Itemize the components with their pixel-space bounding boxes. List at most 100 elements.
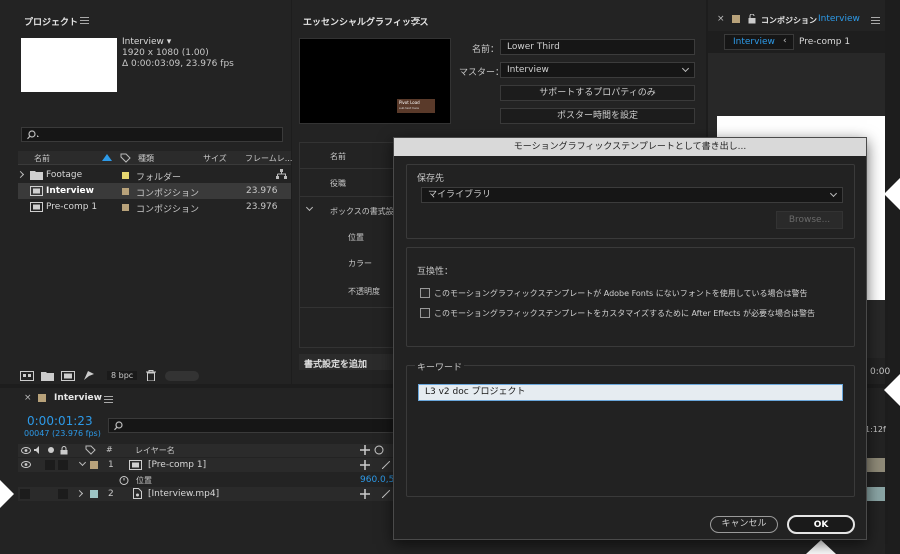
speaker-icon[interactable] <box>34 446 43 454</box>
supported-properties-button[interactable]: サポートするプロパティのみ <box>500 85 695 101</box>
layer-label-swatch[interactable] <box>90 490 98 498</box>
column-type[interactable]: 種類 <box>138 153 154 164</box>
collapse-switch-icon[interactable] <box>374 445 384 455</box>
ok-button[interactable]: OK <box>787 515 855 534</box>
panel-menu-icon[interactable] <box>80 17 89 24</box>
chevron-down-icon[interactable] <box>78 458 87 467</box>
column-number: # <box>106 445 113 454</box>
thumbnail-size-slider[interactable] <box>165 371 199 381</box>
chevron-left-icon[interactable]: ‹ <box>783 36 787 46</box>
timeline-layer-row[interactable]: 2 [Interview.mp4] <box>18 487 398 501</box>
chevron-down-icon[interactable] <box>305 203 314 212</box>
project-row-precomp[interactable]: Pre-comp 1 コンポジション 23.976 <box>18 199 291 215</box>
eye-icon[interactable] <box>21 447 31 454</box>
destination-select[interactable]: マイライブラリ <box>421 187 843 203</box>
solo-toggle[interactable] <box>58 460 68 470</box>
shy-switch-icon[interactable] <box>360 489 370 499</box>
adobe-fonts-warning-checkbox[interactable] <box>420 288 430 298</box>
close-icon[interactable]: × <box>717 14 725 24</box>
shy-switch-icon[interactable] <box>360 460 370 470</box>
label-color-swatch[interactable] <box>122 188 129 195</box>
project-item-type: コンポジション <box>136 205 200 215</box>
lock-icon[interactable] <box>748 14 756 24</box>
solo-icon[interactable] <box>48 447 54 453</box>
eye-icon[interactable] <box>21 461 31 468</box>
quality-switch-icon[interactable] <box>382 461 390 469</box>
label-tag-icon[interactable] <box>85 445 96 455</box>
flowchart-icon[interactable] <box>276 169 287 180</box>
after-effects-warning-checkbox[interactable] <box>420 308 430 318</box>
close-icon[interactable]: × <box>24 393 32 403</box>
project-row-footage[interactable]: Footage フォルダー <box>16 167 291 183</box>
property-title[interactable]: 役職 <box>330 178 346 189</box>
project-row-interview[interactable]: Interview コンポジション 23.976 <box>18 183 291 199</box>
new-folder-icon[interactable] <box>41 371 54 381</box>
video-toggle[interactable] <box>20 489 30 499</box>
bit-depth-button[interactable]: 8 bpc <box>107 371 138 380</box>
label-tag-icon[interactable] <box>120 153 131 163</box>
timeline-search-input[interactable] <box>108 418 398 433</box>
property-position[interactable]: 位置 <box>348 232 364 243</box>
column-size[interactable]: サイズ <box>203 153 227 164</box>
interpret-footage-icon[interactable] <box>20 371 34 381</box>
timeline-title[interactable]: Interview <box>54 393 102 403</box>
master-select[interactable]: Interview <box>500 62 695 78</box>
project-item-fps: 23.976 <box>246 186 278 196</box>
supported-properties-label: サポートするプロパティのみ <box>539 88 656 98</box>
composition-panel-name[interactable]: Interview <box>818 14 860 24</box>
lock-icon[interactable] <box>60 446 68 455</box>
label-color-swatch[interactable] <box>122 204 129 211</box>
flag-icon[interactable] <box>83 370 95 381</box>
layer-property-row[interactable]: 位置 960.0,54 <box>18 473 400 487</box>
project-item-name: Pre-comp 1 <box>46 202 98 212</box>
disclosure-arrow-icon[interactable] <box>75 489 84 498</box>
column-name[interactable]: 名前 <box>34 153 50 164</box>
adobe-fonts-warning-label[interactable]: このモーショングラフィックステンプレートが Adobe Fonts にないフォン… <box>434 288 807 299</box>
column-layer-name[interactable]: レイヤー名 <box>135 445 175 456</box>
property-group-box-format[interactable]: ボックスの書式設定 <box>330 206 402 217</box>
dialog-title-bar[interactable]: モーショングラフィックステンプレートとして書き出し... <box>394 138 866 156</box>
label-color-swatch[interactable] <box>122 172 129 179</box>
layer-name[interactable]: [Interview.mp4] <box>148 489 219 499</box>
project-comp-name[interactable]: Interview ▾ <box>122 37 171 47</box>
after-effects-warning-label[interactable]: このモーショングラフィックステンプレートをカスタマイズするために After E… <box>434 308 815 319</box>
project-search-input[interactable] <box>21 127 283 142</box>
disclosure-arrow-icon[interactable] <box>16 170 25 179</box>
stopwatch-icon[interactable] <box>119 475 129 485</box>
panel-menu-icon[interactable] <box>871 17 880 24</box>
timeline-layer-row[interactable]: 1 [Pre-comp 1] <box>18 458 398 472</box>
template-name-input[interactable]: Lower Third <box>500 39 695 55</box>
keyword-label: キーワード <box>415 360 465 373</box>
property-opacity[interactable]: 不透明度 <box>348 286 380 297</box>
panel-menu-icon[interactable] <box>104 396 113 403</box>
composition-icon <box>129 460 142 470</box>
column-framerate[interactable]: フレームレ... <box>245 153 292 164</box>
layer-label-swatch[interactable] <box>90 461 98 469</box>
dialog-title: モーショングラフィックステンプレートとして書き出し... <box>513 142 747 152</box>
tab-interview[interactable]: Interview ‹ <box>724 34 794 50</box>
keyword-input[interactable]: L3 v2 doc プロジェクト <box>418 384 843 401</box>
sort-ascending-icon[interactable] <box>102 154 112 161</box>
trash-icon[interactable] <box>146 370 156 381</box>
audio-toggle[interactable] <box>45 460 55 470</box>
property-color[interactable]: カラー <box>348 258 372 269</box>
new-composition-icon[interactable] <box>61 371 75 381</box>
layer-name[interactable]: [Pre-comp 1] <box>148 460 206 470</box>
browse-button[interactable]: Browse... <box>776 211 843 229</box>
project-item-name: Footage <box>46 170 83 180</box>
time-ruler-label: 1:12f <box>865 425 886 434</box>
tab-precomp-1[interactable]: Pre-comp 1 <box>799 37 850 47</box>
decorative-arrow-icon <box>0 480 14 508</box>
search-icon <box>114 421 123 431</box>
cancel-button[interactable]: キャンセル <box>710 516 778 533</box>
shy-switch-icon[interactable] <box>360 445 370 455</box>
project-item-name: Interview <box>46 186 94 196</box>
quality-switch-icon[interactable] <box>382 490 390 498</box>
current-timecode[interactable]: 0:00:01:23 <box>27 414 93 428</box>
set-poster-time-button[interactable]: ポスター時間を設定 <box>500 108 695 124</box>
audio-toggle[interactable] <box>58 489 68 499</box>
destination-value: マイライブラリ <box>428 190 492 200</box>
project-item-list: Footage フォルダー Interview コンポジション 23.976 P… <box>16 166 291 216</box>
property-name[interactable]: 名前 <box>330 151 346 162</box>
panel-menu-icon[interactable] <box>411 17 420 24</box>
